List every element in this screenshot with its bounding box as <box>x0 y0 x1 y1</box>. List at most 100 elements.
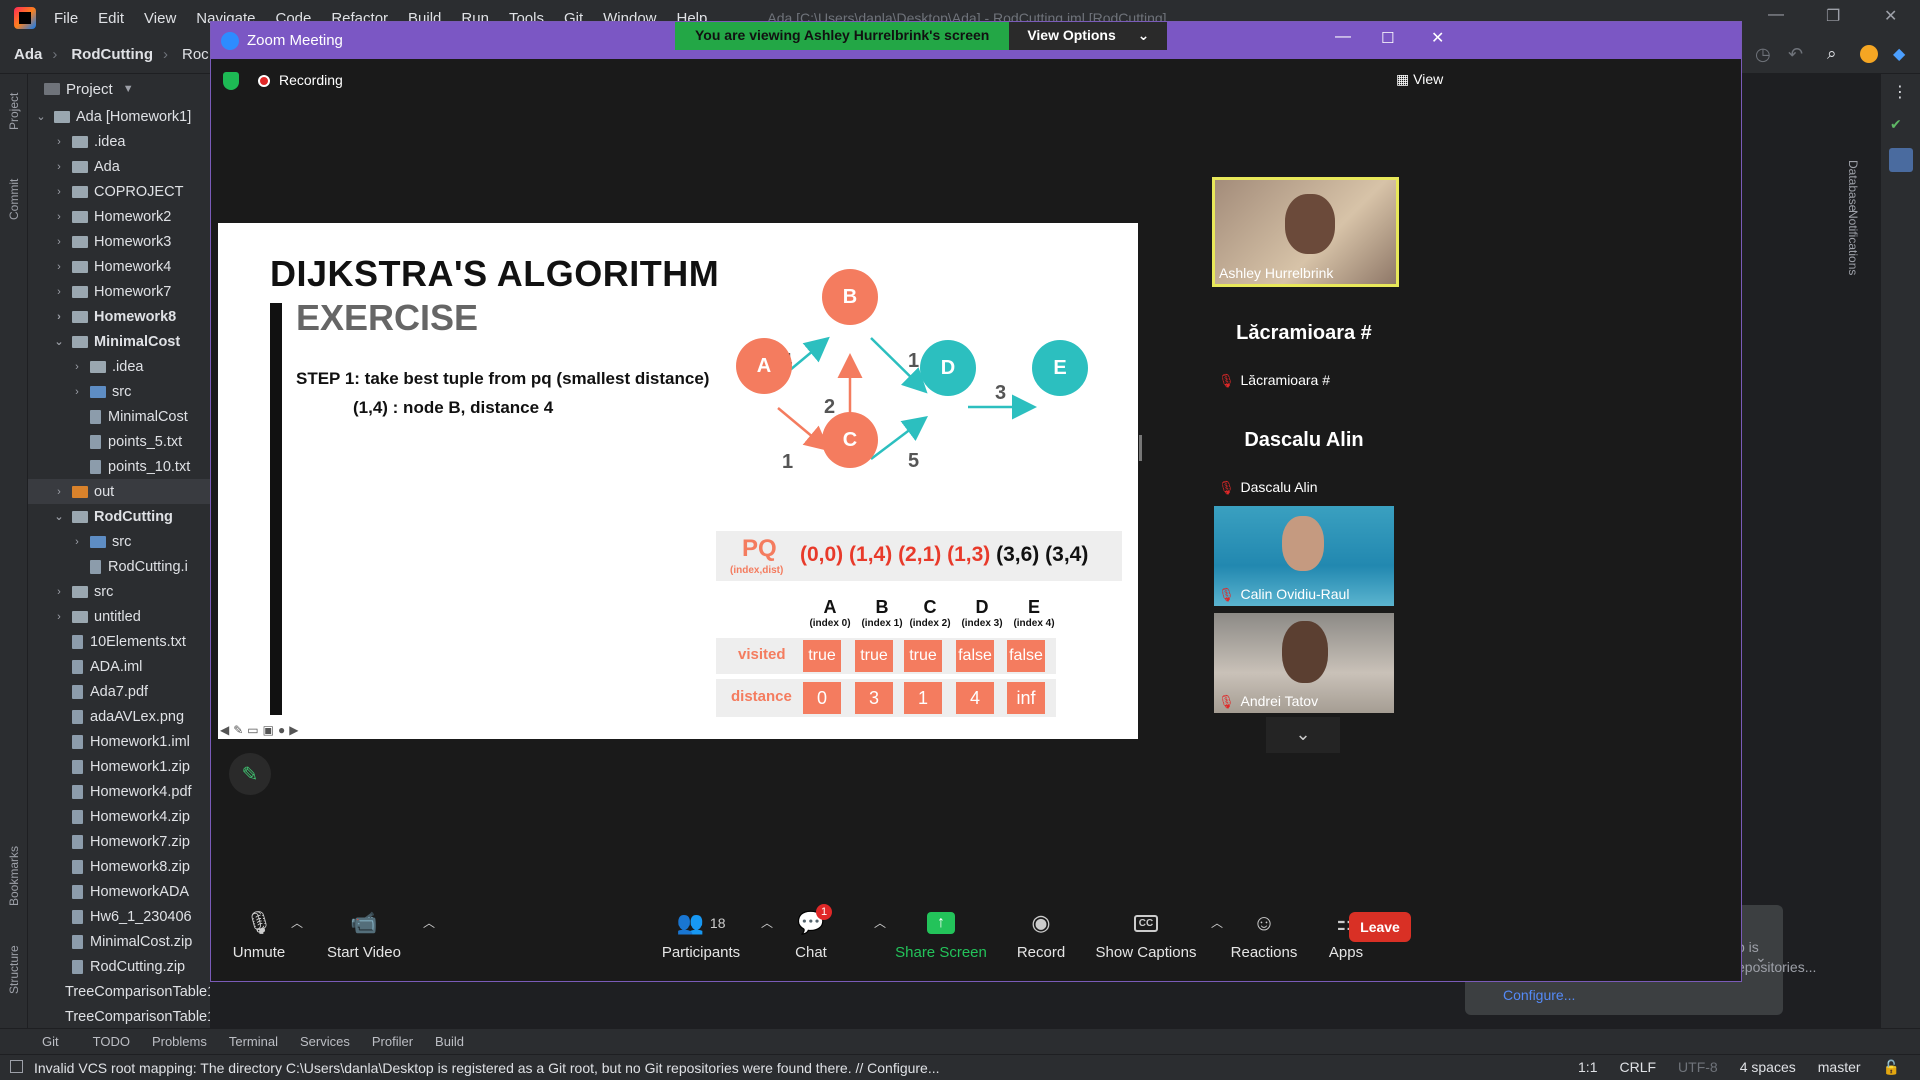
captions-icon[interactable]: ▭ <box>247 723 262 737</box>
tree-item[interactable]: Homework8.zip <box>28 854 210 879</box>
ide-maximize-icon[interactable]: ❐ <box>1826 6 1840 26</box>
start-video-button[interactable]: 📹 Start Video <box>319 908 409 961</box>
chevron-right-icon[interactable]: › <box>52 486 66 498</box>
chevron-right-icon[interactable]: › <box>70 386 84 398</box>
tree-item[interactable]: adaAVLex.png <box>28 704 210 729</box>
tree-item[interactable]: › COPROJECT <box>28 179 210 204</box>
zoom-maximize-icon[interactable]: ☐ <box>1381 29 1394 47</box>
chevron-right-icon[interactable]: › <box>52 586 66 598</box>
update-icon[interactable] <box>1860 45 1878 63</box>
chevron-right-icon[interactable]: › <box>52 161 66 173</box>
view-button[interactable]: ▦ View <box>1396 71 1443 88</box>
tree-item[interactable]: › Homework7 <box>28 279 210 304</box>
tool-profiler[interactable]: Profiler <box>372 1034 413 1049</box>
chat-button[interactable]: 💬 1 Chat <box>781 904 841 961</box>
tree-item[interactable]: TreeComparisonTable1000000.png <box>28 1004 210 1029</box>
tree-item[interactable]: RodCutting.zip <box>28 954 210 979</box>
tree-item[interactable]: points_5.txt <box>28 429 210 454</box>
chevron-right-icon[interactable]: › <box>52 311 66 323</box>
tree-item[interactable]: ⌄ MinimalCost <box>28 329 210 354</box>
reactions-button[interactable]: ☺ Reactions <box>1224 908 1304 961</box>
annotate-pen-button[interactable]: ✎ <box>229 753 271 795</box>
tree-item[interactable]: Ada7.pdf <box>28 679 210 704</box>
tree-item[interactable]: MinimalCost.zip <box>28 929 210 954</box>
show-captions-button[interactable]: CC Show Captions <box>1091 908 1201 961</box>
view-options-button[interactable]: View Options ⌄ <box>1009 22 1168 50</box>
leave-button[interactable]: Leave <box>1349 912 1411 942</box>
status-message[interactable]: Invalid VCS root mapping: The directory … <box>34 1060 940 1076</box>
next-slide-icon[interactable]: ▶ <box>289 723 302 737</box>
chevron-down-icon[interactable]: ⌄ <box>52 335 66 348</box>
camera-icon[interactable]: ▣ <box>263 723 278 737</box>
tool-git[interactable]: Git <box>42 1034 59 1049</box>
plugin-icon[interactable]: ◆ <box>1893 44 1905 64</box>
chevron-down-icon[interactable]: ▼ <box>123 83 134 95</box>
tree-item[interactable]: › src <box>28 529 210 554</box>
chevron-right-icon[interactable]: › <box>52 236 66 248</box>
status-position[interactable]: 1:1 <box>1578 1059 1597 1076</box>
prev-slide-icon[interactable]: ◀ <box>220 723 233 737</box>
status-branch[interactable]: master <box>1818 1059 1861 1076</box>
tool-bookmarks[interactable]: Bookmarks <box>7 846 21 906</box>
chevron-right-icon[interactable]: › <box>70 361 84 373</box>
breadcrumb-rodcutting[interactable]: RodCutting <box>71 46 153 63</box>
breadcrumb-ada[interactable]: Ada <box>14 46 42 63</box>
chevron-down-icon[interactable]: ⌄ <box>1755 949 1767 966</box>
status-encoding[interactable]: UTF-8 <box>1678 1059 1718 1076</box>
tree-item[interactable]: ⌄ RodCutting <box>28 504 210 529</box>
tree-item[interactable]: Homework7.zip <box>28 829 210 854</box>
status-toggle-icon[interactable] <box>10 1060 23 1073</box>
splitter-handle[interactable] <box>1139 435 1142 461</box>
chevron-right-icon[interactable]: › <box>52 136 66 148</box>
tree-item[interactable]: ⌄ Ada [Homework1] <box>28 104 210 129</box>
more-icon[interactable]: ● <box>278 723 289 737</box>
tree-item[interactable]: › src <box>28 579 210 604</box>
chevron-down-icon[interactable]: ⌄ <box>34 110 48 123</box>
undo-icon[interactable]: ↶ <box>1788 44 1803 65</box>
menu-view[interactable]: View <box>144 10 176 27</box>
tool-database[interactable]: Database <box>1846 160 1860 211</box>
tree-item[interactable]: MinimalCost <box>28 404 210 429</box>
chevron-right-icon[interactable]: › <box>52 211 66 223</box>
tree-item[interactable]: 10Elements.txt <box>28 629 210 654</box>
tree-item[interactable]: Homework1.zip <box>28 754 210 779</box>
tool-services[interactable]: Services <box>300 1034 350 1049</box>
tool-structure[interactable]: Structure <box>7 945 21 994</box>
encryption-shield-icon[interactable] <box>223 72 239 90</box>
menu-file[interactable]: File <box>54 10 78 27</box>
unmute-button[interactable]: 🎙 Unmute <box>229 908 289 961</box>
chevron-right-icon[interactable]: › <box>52 261 66 273</box>
ide-minimize-icon[interactable]: — <box>1768 6 1784 24</box>
chevron-right-icon[interactable]: › <box>52 186 66 198</box>
chevron-down-icon[interactable]: ⌄ <box>52 510 66 523</box>
participant-tile-ashley[interactable]: Ashley Hurrelbrink <box>1212 177 1399 287</box>
tree-item[interactable]: points_10.txt <box>28 454 210 479</box>
project-panel-header[interactable]: Project ▼ <box>28 74 210 104</box>
share-screen-button[interactable]: ↑ Share Screen <box>891 908 991 961</box>
status-line-separator[interactable]: CRLF <box>1619 1059 1656 1076</box>
video-options-chevron-icon[interactable]: ︿ <box>423 914 435 931</box>
tree-item[interactable]: › out <box>28 479 210 504</box>
participants-options-chevron-icon[interactable]: ︿ <box>761 914 773 931</box>
recording-label[interactable]: Recording <box>279 72 343 88</box>
zoom-close-icon[interactable]: ✕ <box>1431 28 1444 48</box>
tree-item[interactable]: Homework4.zip <box>28 804 210 829</box>
chevron-right-icon[interactable]: › <box>70 536 84 548</box>
tree-item[interactable]: › untitled <box>28 604 210 629</box>
tree-item[interactable]: › Homework3 <box>28 229 210 254</box>
chevron-right-icon[interactable]: › <box>52 611 66 623</box>
tree-item[interactable]: › Homework2 <box>28 204 210 229</box>
tree-item[interactable]: RodCutting.i <box>28 554 210 579</box>
tree-item[interactable]: Hw6_1_230406 <box>28 904 210 929</box>
more-options-icon[interactable]: ⋮ <box>1892 82 1908 102</box>
tool-project[interactable]: Project <box>7 93 21 130</box>
tree-item[interactable]: TreeComparisonTable10000.png <box>28 979 210 1004</box>
menu-edit[interactable]: Edit <box>98 10 124 27</box>
participant-tile-lacramioara[interactable]: Lăcramioara # 🎙 Lăcramioara # <box>1214 292 1394 392</box>
participant-tile-calin[interactable]: 🎙 Calin Ovidiu-Raul <box>1214 506 1394 606</box>
tool-commit[interactable]: Commit <box>7 179 21 220</box>
captions-options-chevron-icon[interactable]: ︿ <box>1211 914 1223 931</box>
tool-problems[interactable]: Problems <box>152 1034 207 1049</box>
participant-tile-dascalu[interactable]: Dascalu Alin 🎙 Dascalu Alin <box>1214 399 1394 499</box>
tree-item[interactable]: › Homework4 <box>28 254 210 279</box>
